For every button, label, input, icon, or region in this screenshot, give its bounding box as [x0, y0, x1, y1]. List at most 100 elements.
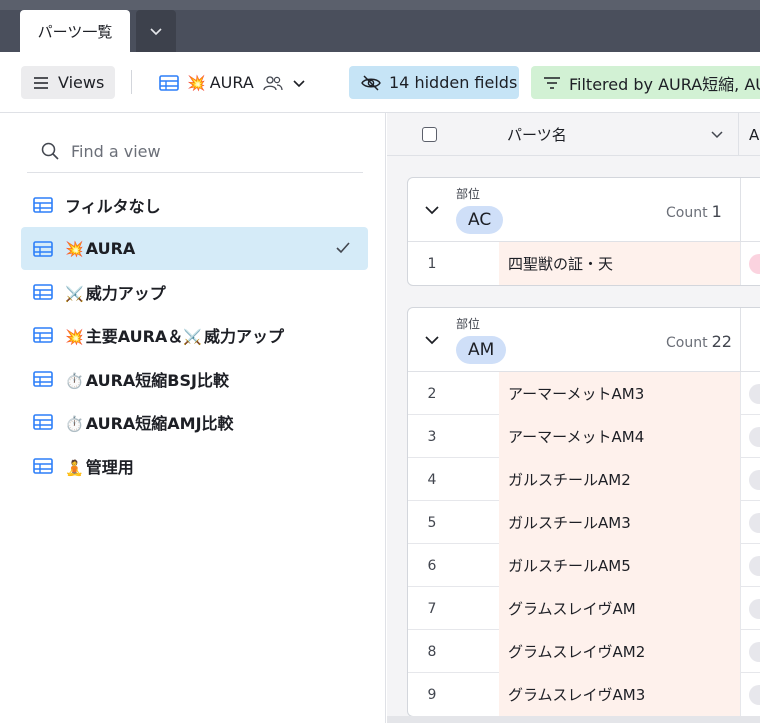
tag-chip [749, 642, 760, 662]
find-view-placeholder: Find a view [71, 141, 161, 161]
view-item-aura-bsj[interactable]: ⏱️ AURA短縮BSJ比較 [21, 357, 368, 400]
parts-name-cell[interactable]: グラムスレイヴAM2 [499, 630, 740, 673]
group-header: 部位 AM Count 22 [408, 308, 760, 372]
people-icon [263, 75, 283, 90]
parts-name-cell[interactable]: グラムスレイヴAM3 [499, 673, 740, 716]
row-number: 7 [427, 600, 437, 617]
row-number: 6 [427, 557, 437, 574]
column-header-parts-name[interactable]: パーツ名 [498, 113, 738, 156]
table-row[interactable]: 5 ガルスチールAM3 [408, 501, 760, 544]
parts-name-cell[interactable]: ガルスチールAM5 [499, 544, 740, 587]
row-number: 5 [427, 514, 437, 531]
group-am: 部位 AM Count 22 2 アーマーメットAM3 3 アーマーメットAM4 … [407, 307, 760, 717]
grid-view-icon [33, 283, 53, 300]
column-header-next[interactable]: A [738, 113, 760, 156]
filter-lines-icon [544, 76, 560, 89]
hidden-fields-button[interactable]: 14 hidden fields [349, 66, 519, 99]
parts-name-cell[interactable]: グラムスレイヴAM [499, 587, 740, 630]
table-row[interactable]: 6 ガルスチールAM5 [408, 544, 760, 587]
view-item-label: 威力アップ [85, 283, 166, 303]
next-cell[interactable] [740, 415, 760, 458]
parts-name-cell[interactable]: アーマーメットAM3 [499, 372, 740, 415]
chevron-down-icon[interactable] [710, 127, 724, 141]
find-view-search[interactable]: Find a view [27, 130, 363, 173]
tables-dropdown-button[interactable] [136, 10, 176, 52]
view-emoji: ⏱️ [65, 414, 84, 433]
next-cell[interactable] [740, 242, 760, 285]
chevron-down-icon [150, 28, 162, 36]
grid-view-icon [33, 370, 53, 387]
tab-parts-list[interactable]: パーツ一覧 [20, 10, 130, 52]
grid-view-icon [33, 240, 53, 257]
table-row[interactable]: 4 ガルスチールAM2 [408, 458, 760, 501]
check-icon [336, 242, 350, 254]
filter-label: Filtered by AURA短縮, AU [569, 74, 760, 94]
count-value: 22 [711, 332, 732, 351]
select-all-checkbox[interactable] [422, 127, 437, 142]
view-item-aura-amj[interactable]: ⏱️ AURA短縮AMJ比較 [21, 400, 368, 443]
next-cell[interactable] [740, 673, 760, 716]
view-emoji-2: ⚔️ [183, 327, 202, 346]
table-row[interactable]: 7 グラムスレイヴAM [408, 587, 760, 630]
group-ac: 部位 AC Count 1 1 四聖獣の証・天 [407, 177, 760, 286]
view-item-text: ⏱️ AURA短縮BSJ比較 [65, 367, 229, 391]
view-emoji: ⏱️ [65, 371, 84, 390]
table-row[interactable]: 9 グラムスレイヴAM3 [408, 673, 760, 716]
group-count: Count 22 [666, 332, 732, 351]
row-number: 9 [427, 686, 437, 703]
views-label: Views [58, 73, 105, 92]
parts-name-cell[interactable]: 四聖獣の証・天 [499, 242, 740, 285]
view-item-label: 管理用 [85, 457, 134, 477]
table-row[interactable]: 1 四聖獣の証・天 [408, 242, 760, 285]
view-item-power-up[interactable]: ⚔️ 威力アップ [21, 270, 368, 313]
next-cell[interactable] [740, 587, 760, 630]
current-view-switcher[interactable]: 💥 AURA [159, 66, 306, 99]
table-row[interactable]: 2 アーマーメットAM3 [408, 372, 760, 415]
table-tab-bar: パーツ一覧 [0, 0, 760, 52]
row-number: 3 [427, 428, 437, 445]
row-number: 2 [427, 385, 437, 402]
group-value-pill: AM [456, 336, 507, 364]
view-item-main-aura-power-up[interactable]: 💥 主要AURA＆⚔️ 威力アップ [21, 313, 368, 356]
horizontal-scrollbar[interactable] [387, 716, 760, 723]
next-cell[interactable] [740, 544, 760, 587]
grid-view-icon [159, 74, 179, 91]
hamburger-icon [34, 76, 48, 89]
view-item-aura[interactable]: 💥 AURA [21, 227, 368, 270]
next-cell[interactable] [740, 372, 760, 415]
parts-name-cell[interactable]: アーマーメットAM4 [499, 415, 740, 458]
count-label: Count [666, 205, 708, 221]
view-item-label: AURA [85, 239, 136, 258]
group-value-pill: AC [456, 206, 504, 234]
group-field-label: 部位 [456, 187, 481, 201]
group-count: Count 1 [666, 202, 722, 221]
view-item-text: ⏱️ AURA短縮AMJ比較 [65, 410, 234, 434]
views-button[interactable]: Views [21, 66, 115, 99]
row-number: 4 [427, 471, 437, 488]
view-bar: Views 💥 AURA 14 hidden fields Filtered b… [0, 52, 760, 113]
parts-name-cell[interactable]: ガルスチールAM3 [499, 501, 740, 544]
view-item-admin[interactable]: 🧘 管理用 [21, 444, 368, 487]
grid-view-icon [33, 326, 53, 343]
chevron-down-icon[interactable] [424, 202, 440, 218]
count-value: 1 [711, 202, 722, 221]
hidden-fields-label: 14 hidden fields [389, 73, 518, 92]
tag-chip [749, 427, 760, 447]
table-row[interactable]: 3 アーマーメットAM4 [408, 415, 760, 458]
chevron-down-icon[interactable] [424, 332, 440, 348]
column-header-label: A [749, 125, 760, 144]
tag-chip [749, 556, 760, 576]
view-item-text: 💥 主要AURA＆⚔️ 威力アップ [65, 323, 284, 347]
next-cell[interactable] [740, 458, 760, 501]
filter-button[interactable]: Filtered by AURA短縮, AU [531, 66, 760, 99]
view-item-no-filter[interactable]: フィルタなし [21, 183, 368, 226]
column-header-label: パーツ名 [507, 126, 567, 144]
view-item-label-2: 威力アップ [203, 326, 284, 346]
parts-name-cell[interactable]: ガルスチールAM2 [499, 458, 740, 501]
tag-chip [749, 470, 760, 490]
table-row[interactable]: 8 グラムスレイヴAM2 [408, 630, 760, 673]
view-item-label: AURA短縮AMJ比較 [85, 413, 234, 433]
tag-chip [749, 254, 760, 274]
next-cell[interactable] [740, 630, 760, 673]
next-cell[interactable] [740, 501, 760, 544]
